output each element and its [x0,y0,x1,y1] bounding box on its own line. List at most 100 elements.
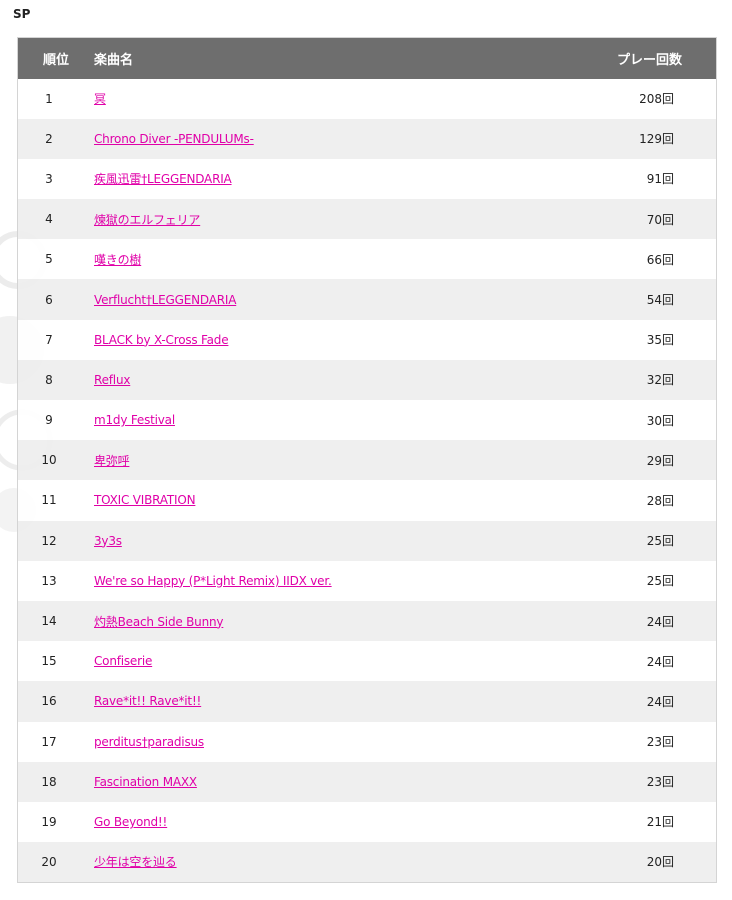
rank-cell: 8 [45,372,53,387]
table-row: 6 Verflucht†LEGGENDARIA 54回 [17,279,717,320]
song-link[interactable]: 冥 [94,92,106,106]
table-row: 9 m1dy Festival 30回 [17,400,717,441]
play-count-cell: 32回 [646,373,674,388]
rank-cell: 12 [41,533,57,548]
play-count-cell: 23回 [646,775,674,790]
song-cell: Rave*it!! Rave*it!! [94,681,533,721]
table-row: 4 煉獄のエルフェリア 70回 [17,199,717,240]
play-count-cell: 30回 [646,413,674,428]
play-count-cell: 54回 [646,293,674,308]
song-link[interactable]: Reflux [94,373,130,387]
rank-cell: 3 [45,171,53,186]
table-header-row: 順位 楽曲名 プレー回数 [17,37,717,79]
song-cell: 卑弥呼 [94,440,533,480]
rank-cell: 20 [41,854,57,869]
rank-cell: 4 [45,212,53,227]
header-song: 楽曲名 [94,52,134,68]
song-cell: TOXIC VIBRATION [94,480,533,520]
song-link[interactable]: Chrono Diver -PENDULUMs- [94,132,254,146]
rank-cell: 9 [45,413,53,428]
table-row: 12 3y3s 25回 [17,520,717,561]
song-link[interactable]: TOXIC VIBRATION [94,493,196,507]
play-count-cell: 70回 [646,212,674,227]
song-cell: 3y3s [94,521,533,561]
header-rank: 順位 [42,52,69,68]
play-count-cell: 24回 [646,654,674,669]
song-cell: Verflucht†LEGGENDARIA [94,279,533,319]
rank-cell: 6 [45,292,53,307]
song-cell: 冥 [94,79,533,119]
table-row: 20 少年は空を辿る 20回 [17,842,717,883]
song-link[interactable]: We're so Happy (P*Light Remix) IIDX ver. [94,574,332,588]
rank-cell: 15 [41,654,57,669]
rank-cell: 14 [41,614,57,629]
song-cell: perditus†paradisus [94,722,533,762]
rank-cell: 7 [45,332,53,347]
play-count-cell: 24回 [646,614,674,629]
song-cell: We're so Happy (P*Light Remix) IIDX ver. [94,561,533,601]
song-link[interactable]: 3y3s [94,534,122,548]
rank-cell: 1 [45,91,53,106]
rank-cell: 2 [45,131,53,146]
table-row: 5 嘆きの樹 66回 [17,239,717,280]
song-link[interactable]: Fascination MAXX [94,775,197,789]
song-cell: 灼熱Beach Side Bunny [94,601,533,641]
rank-cell: 17 [41,734,57,749]
rank-cell: 19 [41,814,57,829]
song-link[interactable]: BLACK by X-Cross Fade [94,333,229,347]
song-link[interactable]: m1dy Festival [94,413,175,427]
song-link[interactable]: 少年は空を辿る [94,855,177,869]
play-count-cell: 25回 [646,534,674,549]
section-title: SP [13,7,31,21]
table-row: 17 perditus†paradisus 23回 [17,721,717,762]
table-row: 3 疾風迅雷†LEGGENDARIA 91回 [17,158,717,200]
table-row: 11 TOXIC VIBRATION 28回 [17,480,717,521]
song-cell: m1dy Festival [94,400,533,440]
song-link[interactable]: Go Beyond!! [94,815,167,829]
play-count-cell: 35回 [646,333,674,348]
table-row: 19 Go Beyond!! 21回 [17,801,717,843]
play-count-cell: 23回 [646,735,674,750]
play-count-cell: 91回 [646,172,674,187]
song-cell: 少年は空を辿る [94,842,533,882]
table-row: 18 Fascination MAXX 23回 [17,761,717,802]
table-row: 15 Confiserie 24回 [17,641,717,682]
table-row: 14 灼熱Beach Side Bunny 24回 [17,600,717,642]
rank-cell: 13 [41,573,57,588]
play-count-cell: 129回 [639,132,674,147]
table-row: 7 BLACK by X-Cross Fade 35回 [17,319,717,360]
song-cell: 煉獄のエルフェリア [94,199,533,239]
song-cell: Go Beyond!! [94,802,533,842]
play-count-ranking-table: 順位 楽曲名 プレー回数 1 冥 208回 2 Chrono Diver -PENDUL… [17,37,717,883]
rank-cell: 10 [41,453,57,468]
play-count-cell: 208回 [639,92,674,107]
rank-cell: 18 [41,774,57,789]
song-link[interactable]: perditus†paradisus [94,735,204,749]
song-cell: 嘆きの樹 [94,239,533,279]
song-link[interactable]: Verflucht†LEGGENDARIA [94,293,236,307]
song-cell: Chrono Diver -PENDULUMs- [94,119,533,159]
song-cell: Reflux [94,360,533,400]
song-link[interactable]: 灼熱Beach Side Bunny [94,615,224,629]
play-count-cell: 21回 [646,815,674,830]
play-count-cell: 29回 [646,453,674,468]
song-link[interactable]: Rave*it!! Rave*it!! [94,694,201,708]
rank-cell: 11 [41,493,57,508]
song-link[interactable]: 疾風迅雷†LEGGENDARIA [94,172,232,186]
play-count-cell: 24回 [646,694,674,709]
play-count-cell: 25回 [646,574,674,589]
song-cell: 疾風迅雷†LEGGENDARIA [94,159,533,199]
table-row: 8 Reflux 32回 [17,359,717,400]
rank-cell: 16 [41,694,57,709]
play-count-cell: 28回 [646,493,674,508]
song-link[interactable]: 煉獄のエルフェリア [94,213,200,227]
song-cell: BLACK by X-Cross Fade [94,320,533,360]
song-link[interactable]: 卑弥呼 [94,454,130,468]
song-link[interactable]: Confiserie [94,654,152,668]
song-cell: Fascination MAXX [94,762,533,802]
table-row: 1 冥 208回 [17,78,717,119]
song-link[interactable]: 嘆きの樹 [94,253,141,267]
table-body: 1 冥 208回 2 Chrono Diver -PENDULUMs- 129回 3 疾風迅雷… [17,78,717,883]
table-row: 2 Chrono Diver -PENDULUMs- 129回 [17,118,717,159]
table-row: 13 We're so Happy (P*Light Remix) IIDX ve… [17,560,717,601]
